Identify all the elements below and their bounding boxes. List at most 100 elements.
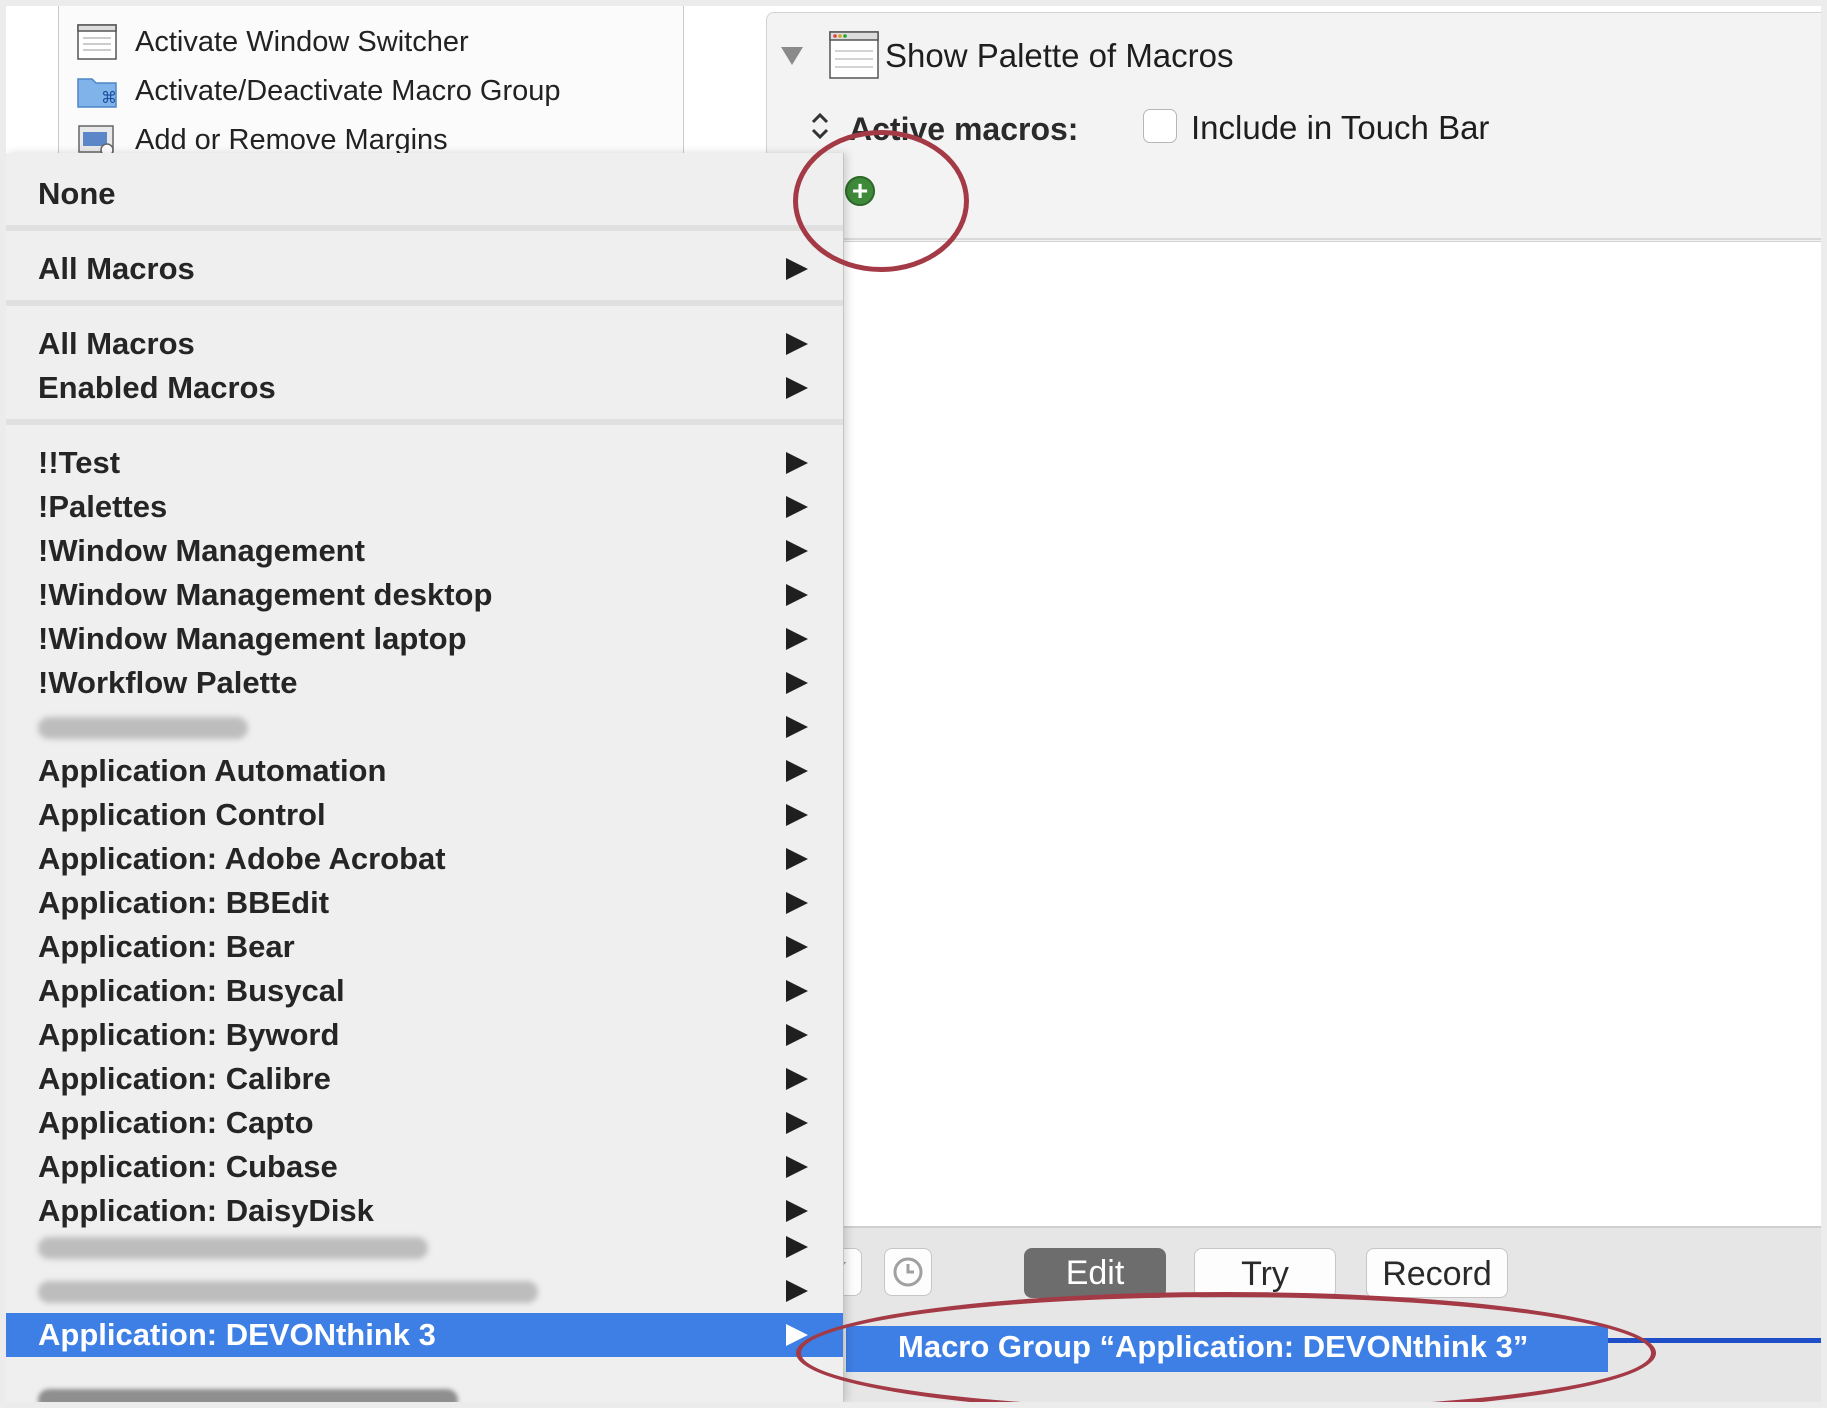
up-down-chevron-icon[interactable] <box>809 111 831 141</box>
chevron-right-icon <box>786 1236 808 1258</box>
action-item-label: Add or Remove Margins <box>135 123 448 156</box>
menu-item-group[interactable]: Application: Bear <box>6 925 843 969</box>
menu-item-group[interactable]: !Window Management desktop <box>6 573 843 617</box>
menu-item-label: Application Automation <box>38 753 387 788</box>
include-touch-bar-checkbox[interactable] <box>1143 109 1177 143</box>
panel-divider <box>766 238 1821 240</box>
macro-group-menu: None All Macros All Macros Enabled Macro… <box>6 153 844 1402</box>
try-button[interactable]: Try <box>1194 1248 1336 1298</box>
menu-item-label: Enabled Macros <box>38 370 276 405</box>
menu-item-label: Application: BBEdit <box>38 885 330 920</box>
chevron-right-icon <box>786 377 808 399</box>
menu-item-group[interactable]: Application: Capto <box>6 1101 843 1145</box>
menu-item-label: Application: Calibre <box>38 1061 331 1096</box>
menu-item-label: Application Control <box>38 797 326 832</box>
edit-button[interactable]: Edit <box>1024 1248 1166 1298</box>
action-item-activate-window-switcher[interactable]: Activate Window Switcher <box>77 19 469 65</box>
menu-item-label: All Macros <box>38 326 195 361</box>
menu-item-label: !Window Management laptop <box>38 621 467 656</box>
chevron-right-icon <box>786 716 808 738</box>
chevron-right-icon <box>786 1200 808 1222</box>
menu-item-group[interactable]: Application: Adobe Acrobat <box>6 837 843 881</box>
editor-toolbar: ✓ Edit Try Record <box>766 1226 1821 1402</box>
active-macros-popup[interactable]: Active macros: <box>849 111 1078 148</box>
svg-text:⌘: ⌘ <box>101 88 117 107</box>
window-icon <box>829 31 879 79</box>
menu-item-group[interactable]: Application: Byword <box>6 1013 843 1057</box>
disclosure-triangle-icon[interactable] <box>781 47 803 65</box>
menu-item-label: !Window Management <box>38 533 365 568</box>
menu-item-label: !Window Management desktop <box>38 577 493 612</box>
menu-item-group[interactable]: Application Control <box>6 793 843 837</box>
redacted-text <box>38 717 248 739</box>
chevron-right-icon <box>786 333 808 355</box>
chevron-right-icon <box>786 936 808 958</box>
action-title: Show Palette of Macros <box>885 37 1234 74</box>
menu-item-cut-off[interactable] <box>6 1363 843 1402</box>
menu-item-group[interactable]: !Window Management laptop <box>6 617 843 661</box>
action-item-activate-deactivate-macro-group[interactable]: ⌘ Activate/Deactivate Macro Group <box>77 68 561 114</box>
menu-item-label: !Palettes <box>38 489 168 524</box>
menu-item-group[interactable]: Application Automation <box>6 749 843 793</box>
cut-off-text <box>38 1389 458 1402</box>
chevron-right-icon <box>786 1024 808 1046</box>
menu-item-none[interactable]: None <box>6 172 843 216</box>
menu-item-all-macros[interactable]: All Macros <box>6 322 843 366</box>
menu-item-label: Application: Bear <box>38 929 295 964</box>
chevron-right-icon <box>786 1156 808 1178</box>
chevron-right-icon <box>786 496 808 518</box>
menu-separator <box>6 300 843 306</box>
chevron-right-icon <box>786 1280 808 1302</box>
menu-item-enabled-macros[interactable]: Enabled Macros <box>6 366 843 410</box>
chevron-right-icon <box>786 258 808 280</box>
redacted-text <box>38 1281 538 1303</box>
chevron-right-icon <box>786 452 808 474</box>
redacted-text <box>38 1237 428 1259</box>
window-icon <box>77 24 117 60</box>
scroll-indicator <box>1608 1338 1821 1343</box>
chevron-right-icon <box>786 628 808 650</box>
menu-item-label: Application: Busycal <box>38 973 345 1008</box>
menu-item-label: !!Test <box>38 445 121 480</box>
menu-item-group[interactable]: Application: Cubase <box>6 1145 843 1189</box>
chevron-right-icon <box>786 848 808 870</box>
menu-item-group[interactable]: !Palettes <box>6 485 843 529</box>
submenu-item-label: Macro Group “Application: DEVONthink 3” <box>898 1329 1529 1364</box>
menu-item-group[interactable]: !Workflow Palette <box>6 661 843 705</box>
folder-command-icon: ⌘ <box>77 78 117 108</box>
menu-item-group[interactable]: Application: Busycal <box>6 969 843 1013</box>
action-list: Activate Window Switcher ⌘ Activate/Deac… <box>58 6 684 166</box>
menu-item-label: All Macros <box>38 251 195 286</box>
record-button[interactable]: Record <box>1366 1248 1508 1298</box>
chevron-right-icon <box>786 892 808 914</box>
menu-item-label: Application: Capto <box>38 1105 314 1140</box>
chevron-right-icon <box>786 1324 808 1346</box>
menu-item-blurred[interactable] <box>6 1269 843 1313</box>
menu-item-group[interactable]: Application: BBEdit <box>6 881 843 925</box>
screenshot-frame: Activate Window Switcher ⌘ Activate/Deac… <box>6 6 1821 1402</box>
menu-item-group[interactable]: !!Test <box>6 441 843 485</box>
action-item-label: Activate/Deactivate Macro Group <box>135 74 561 107</box>
chevron-right-icon <box>786 804 808 826</box>
chevron-right-icon <box>786 584 808 606</box>
chevron-right-icon <box>786 1112 808 1134</box>
include-touch-bar-label: Include in Touch Bar <box>1191 109 1490 146</box>
menu-item-all-macros[interactable]: All Macros <box>6 247 843 291</box>
menu-item-label: None <box>38 176 116 211</box>
action-panel: Show Palette of Macros Active macros: In… <box>766 12 1821 242</box>
menu-item-devonthink[interactable]: Application: DEVONthink 3 <box>6 1313 843 1357</box>
chevron-right-icon <box>786 672 808 694</box>
menu-item-label: Application: Cubase <box>38 1149 338 1184</box>
chevron-right-icon <box>786 760 808 782</box>
menu-separator <box>6 225 843 231</box>
menu-item-group[interactable]: !Window Management <box>6 529 843 573</box>
menu-item-label: Application: Byword <box>38 1017 340 1052</box>
menu-item-group[interactable]: Application: Calibre <box>6 1057 843 1101</box>
chevron-right-icon <box>786 1068 808 1090</box>
menu-item-label: !Workflow Palette <box>38 665 298 700</box>
menu-item-label: Application: Adobe Acrobat <box>38 841 446 876</box>
plus-circle-icon[interactable]: + <box>845 176 875 206</box>
menu-item-blurred[interactable] <box>6 1225 843 1269</box>
menu-item-blurred[interactable] <box>6 705 843 749</box>
clock-icon[interactable] <box>884 1248 932 1296</box>
